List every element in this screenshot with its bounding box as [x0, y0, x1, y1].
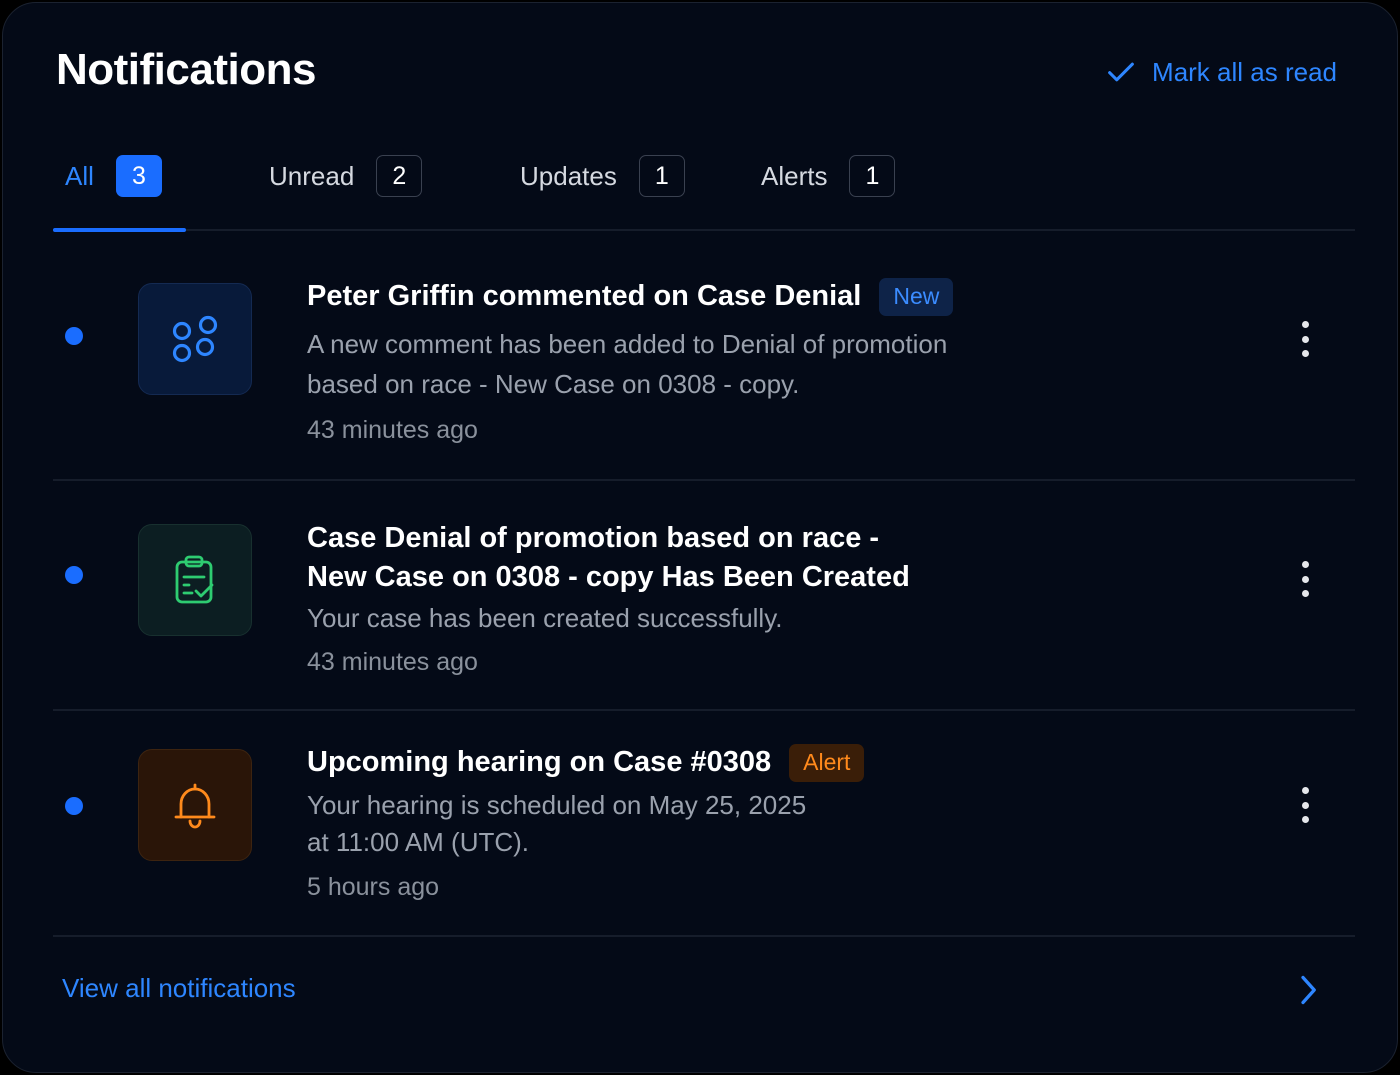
tab-unread-count: 2 — [376, 155, 423, 197]
kebab-dot — [1301, 816, 1309, 823]
notification-item[interactable]: Peter Griffin commented on Case Denial N… — [53, 233, 1355, 481]
bell-icon — [174, 783, 216, 829]
notification-item[interactable]: Upcoming hearing on Case #0308 Alert You… — [53, 711, 1355, 937]
tab-all-count: 3 — [115, 155, 162, 197]
notification-item[interactable]: Case Denial of promotion based on race -… — [53, 481, 1355, 711]
kebab-dot — [1301, 335, 1309, 343]
new-badge: New — [879, 277, 954, 316]
notification-title: Peter Griffin commented on Case Denial — [307, 280, 862, 312]
notification-body-line: at 11:00 AM (UTC). — [307, 827, 530, 857]
tab-alerts-label: Alerts — [761, 161, 828, 191]
tab-unread[interactable]: Unread 2 — [269, 151, 423, 231]
page-title: Notifications — [56, 45, 316, 94]
tab-all-label: All — [65, 161, 94, 191]
comment-nodes-icon — [172, 315, 218, 363]
clipboard-check-icon — [175, 555, 214, 604]
notifications-panel: Notifications Mark all as read All 3 Unr… — [2, 2, 1398, 1073]
chevron-right-icon[interactable] — [1293, 971, 1323, 1009]
kebab-dot — [1301, 787, 1309, 794]
tab-updates-count: 1 — [638, 155, 685, 197]
notification-icon-tile — [138, 749, 252, 861]
alert-badge: Alert — [789, 743, 865, 782]
notification-icon-tile — [138, 283, 252, 395]
notification-body-line: based on race - New Case on 0308 - copy. — [307, 369, 800, 399]
notification-body-line: Your hearing is scheduled on May 25, 202… — [307, 790, 807, 820]
notification-icon-tile — [138, 524, 252, 636]
notification-content: Case Denial of promotion based on race -… — [307, 519, 910, 677]
notification-time: 43 minutes ago — [307, 416, 478, 444]
more-options-button[interactable] — [1287, 783, 1323, 827]
notification-body: Your case has been created successfully. — [307, 603, 783, 633]
tab-updates[interactable]: Updates 1 — [520, 151, 685, 231]
tab-alerts[interactable]: Alerts 1 — [761, 151, 896, 231]
tab-alerts-count: 1 — [849, 155, 896, 197]
notification-body-line: A new comment has been added to Denial o… — [307, 329, 948, 359]
kebab-dot — [1301, 321, 1309, 328]
tab-updates-label: Updates — [520, 161, 617, 191]
notification-title-row: Peter Griffin commented on Case Denial N… — [307, 277, 954, 316]
mark-all-read-button[interactable]: Mark all as read — [1104, 55, 1337, 89]
kebab-dot — [1301, 350, 1309, 357]
checkmark-icon — [1108, 62, 1134, 82]
notification-content: Peter Griffin commented on Case Denial N… — [307, 277, 954, 445]
tab-bar: All 3 Unread 2 Updates 1 Alerts 1 — [53, 151, 1355, 232]
more-options-button[interactable] — [1287, 557, 1323, 601]
tab-all[interactable]: All 3 — [65, 151, 162, 231]
notification-title: Upcoming hearing on Case #0308 — [307, 746, 772, 778]
tab-unread-label: Unread — [269, 161, 355, 191]
unread-dot — [65, 797, 83, 815]
unread-dot — [65, 566, 83, 584]
unread-dot — [65, 327, 83, 345]
kebab-dot — [1301, 561, 1309, 568]
notification-time: 43 minutes ago — [307, 648, 478, 676]
notification-title-line: Case Denial of promotion based on race - — [307, 522, 880, 554]
kebab-dot — [1301, 801, 1309, 809]
notification-time: 5 hours ago — [307, 873, 440, 901]
view-all-notifications-link[interactable]: View all notifications — [62, 973, 296, 1004]
notification-title-line: New Case on 0308 - copy Has Been Created — [307, 561, 910, 593]
kebab-dot — [1301, 575, 1309, 583]
active-tab-indicator — [53, 228, 186, 232]
notification-title-row: Upcoming hearing on Case #0308 Alert — [307, 743, 865, 782]
notification-content: Upcoming hearing on Case #0308 Alert You… — [307, 743, 865, 902]
kebab-dot — [1301, 590, 1309, 597]
more-options-button[interactable] — [1287, 317, 1323, 361]
mark-all-read-label: Mark all as read — [1152, 56, 1337, 87]
